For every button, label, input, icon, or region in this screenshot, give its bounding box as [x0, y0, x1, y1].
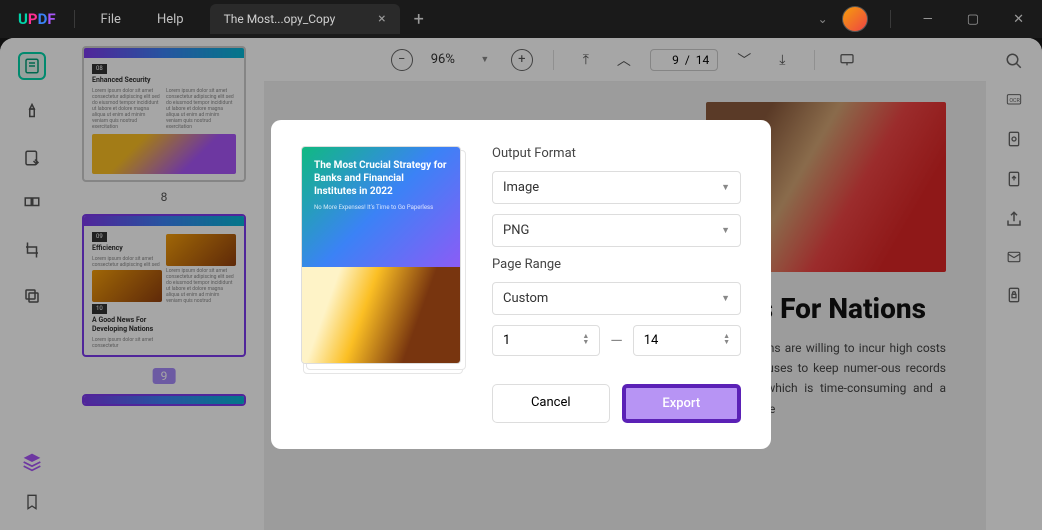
document-tab[interactable]: The Most...opy_Copy × — [210, 4, 400, 34]
chevron-down-icon[interactable]: ⌄ — [818, 12, 828, 26]
range-separator: — — [610, 331, 623, 350]
export-button[interactable]: Export — [622, 384, 742, 423]
dropdown-icon: ▼ — [721, 293, 730, 304]
output-format-label: Output Format — [492, 146, 741, 161]
menu-file[interactable]: File — [83, 12, 139, 27]
maximize-button[interactable]: ▢ — [957, 12, 989, 27]
preview-subtitle: No More Expenses! It's Time to Go Paperl… — [314, 204, 448, 211]
tab-close-icon[interactable]: × — [374, 11, 389, 27]
export-modal: The Most Crucial Strategy for Banks and … — [271, 120, 771, 449]
preview-title: The Most Crucial Strategy for Banks and … — [314, 159, 448, 198]
image-type-select[interactable]: PNG▼ — [492, 214, 741, 247]
dropdown-icon: ▼ — [721, 225, 730, 236]
range-to-input[interactable]: ▲▼ — [633, 325, 741, 356]
spinner-icon[interactable]: ▲▼ — [723, 334, 730, 345]
page-range-label: Page Range — [492, 257, 741, 272]
range-to-field[interactable] — [644, 333, 684, 348]
page-range-select[interactable]: Custom▼ — [492, 282, 741, 315]
tab-title: The Most...opy_Copy — [224, 12, 375, 26]
modal-overlay: The Most Crucial Strategy for Banks and … — [0, 38, 1042, 530]
user-avatar[interactable] — [842, 6, 868, 32]
range-from-input[interactable]: ▲▼ — [492, 325, 600, 356]
spinner-icon[interactable]: ▲▼ — [582, 334, 589, 345]
export-preview: The Most Crucial Strategy for Banks and … — [301, 146, 466, 423]
new-tab-button[interactable]: + — [400, 9, 438, 30]
menu-help[interactable]: Help — [139, 12, 202, 27]
app-logo: UPDF — [8, 10, 66, 28]
output-format-select[interactable]: Image▼ — [492, 171, 741, 204]
close-button[interactable]: ✕ — [1003, 12, 1034, 27]
range-from-field[interactable] — [503, 333, 543, 348]
dropdown-icon: ▼ — [721, 182, 730, 193]
minimize-button[interactable]: — — [913, 12, 943, 27]
cancel-button[interactable]: Cancel — [492, 384, 610, 423]
